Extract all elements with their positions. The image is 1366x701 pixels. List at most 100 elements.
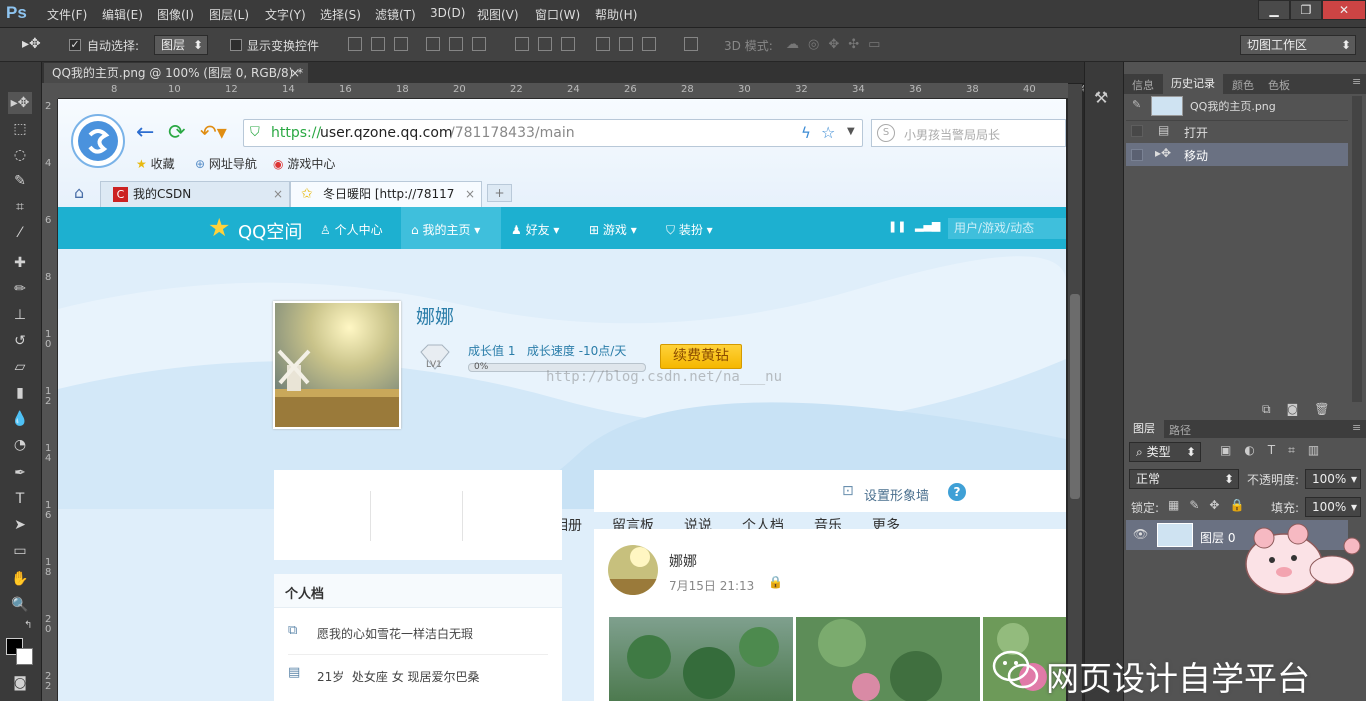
history-scrollbar[interactable] [1352, 96, 1362, 402]
align-top-icon[interactable] [348, 37, 362, 51]
panel-menu-icon[interactable]: ≡ [1352, 421, 1361, 434]
renew-yellow-diamond-button[interactable]: 续费黄钻 [660, 344, 742, 369]
help-icon[interactable]: ? [948, 483, 966, 501]
close-button[interactable]: ✕ [1322, 0, 1366, 20]
visibility-eye-icon[interactable]: 👁 [1133, 527, 1148, 541]
bookmark-favorites[interactable]: ★ 收藏 [136, 155, 175, 172]
distribute-bottom-icon[interactable] [561, 37, 575, 51]
history-source-checkbox[interactable] [1131, 125, 1143, 137]
align-vcenter-icon[interactable] [371, 37, 385, 51]
address-bar[interactable]: ⛉ https:// user.qzone.qq.com /781178433/… [243, 119, 863, 147]
menu-image[interactable]: 图像(I) [157, 6, 194, 23]
quick-mask-icon[interactable]: ◙ [8, 672, 32, 694]
profile-name[interactable]: 娜娜 [416, 302, 454, 329]
dodge-tool-icon[interactable]: ◔ [8, 434, 32, 456]
menu-view[interactable]: 视图(V) [477, 6, 519, 23]
new-tab-button[interactable]: + [487, 184, 512, 202]
history-footer-icons[interactable]: ⧉◙🗑 [1262, 402, 1345, 417]
distribute-left-icon[interactable] [596, 37, 610, 51]
bookmark-games[interactable]: ◉ 游戏中心 [273, 155, 335, 172]
chevron-down-icon[interactable]: ▼ [847, 126, 855, 137]
feed-avatar[interactable] [608, 545, 658, 595]
stamp-tool-icon[interactable]: ⊥ [8, 304, 32, 326]
nav-games[interactable]: ⊞ 游戏 ▾ [589, 221, 637, 238]
tab-layers[interactable]: 图层 [1124, 420, 1164, 438]
history-step-open[interactable]: 打开 [1184, 124, 1208, 141]
signal-icon[interactable]: ▂▄▆ [915, 219, 940, 232]
type-tool-icon[interactable]: T [8, 488, 32, 510]
home-icon[interactable]: ⌂ [74, 183, 84, 202]
distribute-vcenter-icon[interactable] [538, 37, 552, 51]
browser-tab-csdn[interactable]: C 我的CSDN × [100, 181, 290, 207]
browser-search-box[interactable]: S 小男孩当警局局长 [871, 119, 1066, 147]
fast-mode-icon[interactable]: ϟ [801, 124, 811, 142]
distribute-hcenter-icon[interactable] [619, 37, 633, 51]
back-icon[interactable]: ← [136, 120, 154, 145]
nav-my-home[interactable]: ⌂ 我的主页 ▾ [411, 221, 480, 238]
tools-preset-icon[interactable]: ⚒ [1094, 88, 1108, 107]
show-transform-checkbox[interactable] [230, 39, 242, 51]
menu-select[interactable]: 选择(S) [320, 6, 361, 23]
align-hcenter-icon[interactable] [449, 37, 463, 51]
qzone-brand[interactable]: QQ空间 [238, 218, 302, 244]
menu-file[interactable]: 文件(F) [47, 6, 87, 23]
panel-menu-icon[interactable]: ≡ [1352, 75, 1361, 88]
lock-icons[interactable]: ▦✎✥🔒 [1168, 498, 1254, 512]
history-step-move[interactable]: 移动 [1184, 147, 1208, 164]
tab-swatches[interactable]: 色板 [1268, 77, 1290, 93]
tab-close-icon[interactable]: × [461, 182, 475, 206]
blur-tool-icon[interactable]: 💧 [8, 408, 32, 430]
document-tab-close-icon[interactable]: × [290, 63, 300, 83]
auto-select-checkbox[interactable] [69, 39, 81, 51]
pause-icon[interactable]: ❚❚ [888, 220, 906, 233]
tab-info[interactable]: 信息 [1132, 77, 1154, 93]
distribute-top-icon[interactable] [515, 37, 529, 51]
bookmark-nav[interactable]: ⊕ 网址导航 [195, 155, 257, 172]
document-tab[interactable]: QQ我的主页.png @ 100% (图层 0, RGB/8) * × [44, 63, 308, 84]
eraser-tool-icon[interactable]: ▱ [8, 356, 32, 378]
workspace-dropdown[interactable]: 切图工作区 ⬍ [1240, 35, 1356, 55]
healing-brush-icon[interactable]: ✚ [8, 252, 32, 274]
menu-type[interactable]: 文字(Y) [265, 6, 306, 23]
gradient-tool-icon[interactable]: ▮ [8, 382, 32, 404]
tab-paths[interactable]: 路径 [1169, 422, 1191, 438]
history-snapshot-name[interactable]: QQ我的主页.png [1190, 98, 1276, 114]
tab-history[interactable]: 历史记录 [1163, 74, 1223, 94]
star-icon[interactable]: ☆ [821, 123, 835, 142]
marquee-tool-icon[interactable]: ⬚ [8, 118, 32, 140]
refresh-icon[interactable]: ⟳ [168, 120, 186, 144]
feed-photo[interactable] [796, 617, 980, 701]
profile-avatar[interactable] [273, 301, 401, 429]
history-source-checkbox[interactable] [1131, 149, 1143, 161]
tab-close-icon[interactable]: × [273, 182, 283, 206]
feed-photo[interactable] [609, 617, 793, 701]
feed-author[interactable]: 娜娜 [669, 551, 697, 571]
menu-window[interactable]: 窗口(W) [535, 6, 580, 23]
pen-tool-icon[interactable]: ✒ [8, 462, 32, 484]
tab-color[interactable]: 颜色 [1232, 77, 1254, 93]
shape-tool-icon[interactable]: ▭ [8, 540, 32, 562]
menu-layer[interactable]: 图层(L) [209, 6, 249, 23]
search-engine-icon[interactable]: S [877, 124, 895, 142]
history-brush-source-icon[interactable]: ✎ [1132, 98, 1141, 111]
align-bottom-icon[interactable] [394, 37, 408, 51]
distribute-right-icon[interactable] [642, 37, 656, 51]
opacity-input[interactable]: 100% ▾ [1305, 469, 1361, 489]
menu-filter[interactable]: 滤镜(T) [375, 6, 416, 23]
swap-colors-icon[interactable]: ↰ [24, 620, 32, 631]
hand-tool-icon[interactable]: ✋ [8, 568, 32, 590]
menu-help[interactable]: 帮助(H) [595, 6, 637, 23]
set-image-wall-link[interactable]: 设置形象墙 [864, 485, 929, 504]
quick-select-tool-icon[interactable]: ✎ [8, 170, 32, 192]
lasso-tool-icon[interactable]: ◌ [8, 144, 32, 166]
restore-button[interactable]: ❐ [1290, 0, 1322, 20]
document-canvas[interactable]: ← ⟳ ↶▾ ⛉ https:// user.qzone.qq.com /781… [58, 99, 1066, 701]
fill-input[interactable]: 100% ▾ [1305, 497, 1361, 517]
align-left-icon[interactable] [426, 37, 440, 51]
layer-filter-icons[interactable]: ▣◐T⌗▥ [1220, 443, 1332, 458]
background-color-swatch[interactable] [16, 648, 33, 665]
nav-decorate[interactable]: ⛉ 装扮 ▾ [666, 221, 713, 238]
nav-personal-center[interactable]: ♙ 个人中心 [320, 221, 383, 238]
menu-3d[interactable]: 3D(D) [430, 6, 465, 20]
history-brush-icon[interactable]: ↺ [8, 330, 32, 352]
